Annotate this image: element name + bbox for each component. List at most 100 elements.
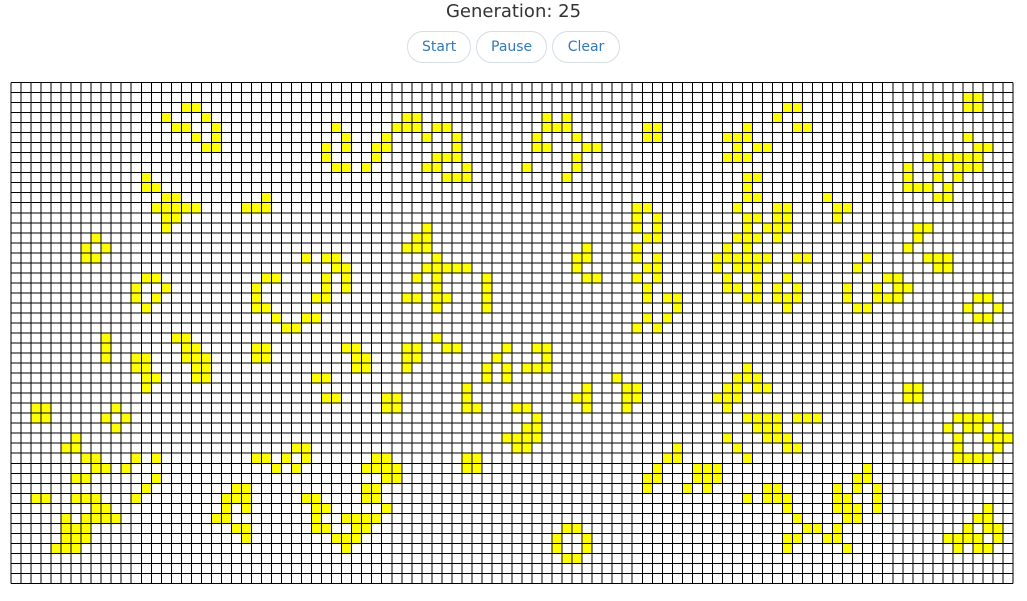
live-cell[interactable] <box>532 433 543 444</box>
live-cell[interactable] <box>251 353 262 364</box>
live-cell[interactable] <box>672 443 683 454</box>
live-cell[interactable] <box>71 443 82 454</box>
live-cell[interactable] <box>782 302 793 313</box>
live-cell[interactable] <box>632 272 643 283</box>
live-cell[interactable] <box>902 162 913 173</box>
live-cell[interactable] <box>211 132 222 143</box>
live-cell[interactable] <box>772 413 783 424</box>
live-cell[interactable] <box>652 322 663 333</box>
live-cell[interactable] <box>782 493 793 504</box>
live-cell[interactable] <box>712 463 723 474</box>
live-cell[interactable] <box>942 192 953 203</box>
live-cell[interactable] <box>752 423 763 434</box>
live-cell[interactable] <box>181 122 192 133</box>
live-cell[interactable] <box>91 493 102 504</box>
live-cell[interactable] <box>191 373 202 384</box>
live-cell[interactable] <box>501 433 512 444</box>
live-cell[interactable] <box>281 453 292 464</box>
live-cell[interactable] <box>752 252 763 263</box>
live-cell[interactable] <box>912 232 923 243</box>
live-cell[interactable] <box>211 513 222 524</box>
live-cell[interactable] <box>141 373 152 384</box>
live-cell[interactable] <box>722 282 733 293</box>
live-cell[interactable] <box>411 353 422 364</box>
live-cell[interactable] <box>732 383 743 394</box>
live-cell[interactable] <box>852 473 863 484</box>
live-cell[interactable] <box>321 152 332 163</box>
live-cell[interactable] <box>141 363 152 374</box>
live-cell[interactable] <box>642 473 653 484</box>
live-cell[interactable] <box>461 262 472 273</box>
live-cell[interactable] <box>381 503 392 514</box>
live-cell[interactable] <box>942 423 953 434</box>
live-cell[interactable] <box>592 272 603 283</box>
live-cell[interactable] <box>71 543 82 554</box>
live-cell[interactable] <box>431 333 442 344</box>
live-cell[interactable] <box>732 202 743 213</box>
live-cell[interactable] <box>381 473 392 484</box>
live-cell[interactable] <box>101 333 112 344</box>
live-cell[interactable] <box>562 122 573 133</box>
live-cell[interactable] <box>331 393 342 404</box>
live-cell[interactable] <box>371 493 382 504</box>
live-cell[interactable] <box>962 413 973 424</box>
live-cell[interactable] <box>261 272 272 283</box>
live-cell[interactable] <box>962 132 973 143</box>
live-cell[interactable] <box>632 393 643 404</box>
live-cell[interactable] <box>231 493 242 504</box>
live-cell[interactable] <box>632 322 643 333</box>
live-cell[interactable] <box>61 443 72 454</box>
live-cell[interactable] <box>752 142 763 153</box>
live-cell[interactable] <box>972 162 983 173</box>
live-cell[interactable] <box>902 282 913 293</box>
live-cell[interactable] <box>81 473 92 484</box>
live-cell[interactable] <box>431 272 442 283</box>
live-cell[interactable] <box>832 533 843 544</box>
live-cell[interactable] <box>732 373 743 384</box>
live-cell[interactable] <box>391 122 402 133</box>
live-cell[interactable] <box>81 533 92 544</box>
live-cell[interactable] <box>161 192 172 203</box>
live-cell[interactable] <box>972 513 983 524</box>
live-cell[interactable] <box>401 242 412 253</box>
live-cell[interactable] <box>562 172 573 183</box>
live-cell[interactable] <box>181 333 192 344</box>
live-cell[interactable] <box>421 242 432 253</box>
live-cell[interactable] <box>742 453 753 464</box>
live-cell[interactable] <box>942 262 953 273</box>
live-cell[interactable] <box>371 463 382 474</box>
live-cell[interactable] <box>772 202 783 213</box>
live-cell[interactable] <box>762 423 773 434</box>
live-cell[interactable] <box>892 272 903 283</box>
live-cell[interactable] <box>411 272 422 283</box>
live-cell[interactable] <box>261 453 272 464</box>
live-cell[interactable] <box>882 292 893 303</box>
live-cell[interactable] <box>782 503 793 514</box>
live-cell[interactable] <box>882 272 893 283</box>
live-cell[interactable] <box>662 453 673 464</box>
live-cell[interactable] <box>762 413 773 424</box>
live-cell[interactable] <box>391 393 402 404</box>
live-cell[interactable] <box>431 292 442 303</box>
live-cell[interactable] <box>251 202 262 213</box>
live-cell[interactable] <box>131 363 142 374</box>
live-cell[interactable] <box>221 493 232 504</box>
live-cell[interactable] <box>441 172 452 183</box>
live-cell[interactable] <box>822 533 833 544</box>
live-cell[interactable] <box>872 503 883 514</box>
live-cell[interactable] <box>351 533 362 544</box>
live-cell[interactable] <box>411 122 422 133</box>
live-cell[interactable] <box>542 142 553 153</box>
live-cell[interactable] <box>992 443 1003 454</box>
live-cell[interactable] <box>241 493 252 504</box>
live-cell[interactable] <box>842 493 853 504</box>
live-cell[interactable] <box>712 252 723 263</box>
live-cell[interactable] <box>161 202 172 213</box>
live-cell[interactable] <box>532 363 543 374</box>
live-cell[interactable] <box>441 292 452 303</box>
live-cell[interactable] <box>151 182 162 193</box>
live-cell[interactable] <box>822 192 833 203</box>
live-cell[interactable] <box>862 463 873 474</box>
live-cell[interactable] <box>321 503 332 514</box>
live-cell[interactable] <box>121 463 132 474</box>
